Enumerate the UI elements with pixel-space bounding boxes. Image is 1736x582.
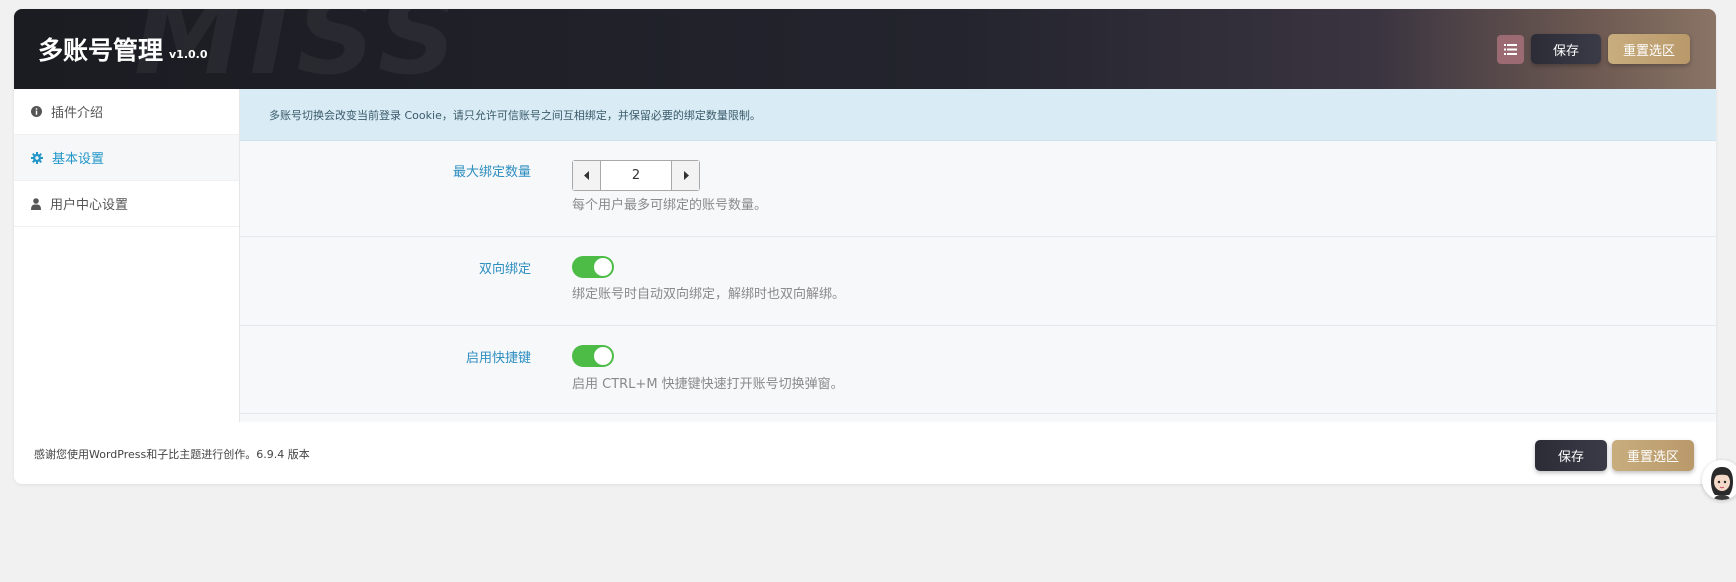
setting-row-two-way-binding: 双向绑定 绑定账号时自动双向绑定，解绑时也双向解绑。 [240,237,1716,326]
shortcut-toggle[interactable] [572,345,614,367]
notice-banner: 多账号切换会改变当前登录 Cookie，请只允许可信账号之间互相绑定，并保留必要… [240,89,1716,141]
page-title-text: 多账号管理 [38,36,164,65]
expand-list-button[interactable] [1497,34,1524,64]
sidebar-item-basic-settings[interactable]: 基本设置 [14,135,239,181]
field-description: 每个用户最多可绑定的账号数量。 [572,198,768,213]
header-actions: 保存 重置选区 [1497,34,1690,64]
field-label: 启用快捷键 [465,351,531,366]
panel-footer: 感谢您使用WordPress和子比主题进行创作。6.9.4 版本 保存 重置选区 [14,422,1716,484]
list-icon [1504,43,1517,55]
panel-header: MISS 多账号管理 v1.0.0 保存 重置选区 [14,9,1716,89]
sidebar-item-label: 基本设置 [52,152,105,167]
sidebar-nav: 插件介绍 基本设置 用户中心设置 [14,89,240,422]
decrement-button[interactable] [573,161,601,190]
caret-right-icon [683,171,689,180]
header-reset-button[interactable]: 重置选区 [1608,34,1690,64]
settings-panel: MISS 多账号管理 v1.0.0 保存 重置选区 插件介绍 基本设置 用户中心… [14,9,1716,484]
setting-row-max-binding: 最大绑定数量 2 每个用户最多可绑定的账号数量。 [240,141,1716,237]
field-label: 双向绑定 [478,262,531,277]
settings-content: 多账号切换会改变当前登录 Cookie，请只允许可信账号之间互相绑定，并保留必要… [240,89,1716,422]
increment-button[interactable] [671,161,699,190]
gear-icon [31,151,43,164]
footer-credit: 感谢您使用WordPress和子比主题进行创作。6.9.4 版本 [34,448,310,461]
user-icon [31,197,41,210]
field-label: 最大绑定数量 [452,165,531,180]
setting-row-shortcut: 启用快捷键 启用 CTRL+M 快捷键快速打开账号切换弹窗。 [240,326,1716,414]
toggle-knob [594,347,612,365]
field-description: 绑定账号时自动双向绑定，解绑时也双向解绑。 [572,287,846,302]
sidebar-item-label: 插件介绍 [51,106,104,121]
max-binding-value[interactable]: 2 [601,168,671,183]
sidebar-item-user-center[interactable]: 用户中心设置 [14,181,239,227]
max-binding-stepper[interactable]: 2 [572,160,700,191]
avatar-icon [1702,460,1736,500]
header-save-button[interactable]: 保存 [1531,34,1601,64]
footer-save-button[interactable]: 保存 [1535,440,1607,471]
footer-reset-button[interactable]: 重置选区 [1612,440,1694,471]
assistant-avatar[interactable] [1702,460,1736,500]
field-description: 启用 CTRL+M 快捷键快速打开账号切换弹窗。 [572,377,844,392]
toggle-knob [594,258,612,276]
sidebar-item-label: 用户中心设置 [50,198,129,213]
footer-actions: 保存 重置选区 [1535,440,1694,471]
page-title: 多账号管理 v1.0.0 [38,31,208,67]
info-circle-icon [31,106,42,117]
caret-left-icon [583,171,589,180]
version-label: v1.0.0 [169,48,208,61]
two-way-binding-toggle[interactable] [572,256,614,278]
sidebar-item-plugin-intro[interactable]: 插件介绍 [14,89,239,135]
